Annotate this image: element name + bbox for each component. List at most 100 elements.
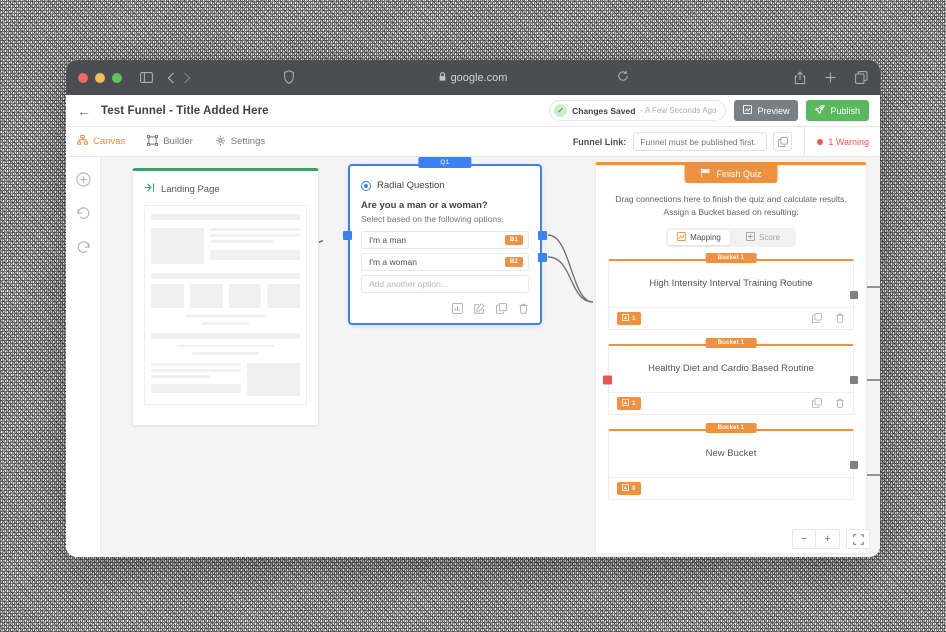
- bucket-count-value: 1: [632, 314, 636, 322]
- thumb-bar: [151, 273, 300, 279]
- header-actions: ✓ Changes Saved - A Few Seconds Ago Prev…: [549, 100, 869, 121]
- bucket-tag-label: Bucket 1: [705, 337, 757, 348]
- bucket-tag[interactable]: B1: [504, 235, 523, 245]
- copy-icon[interactable]: [812, 398, 822, 408]
- zoom-in-button[interactable]: +: [816, 529, 840, 549]
- thumb-bar: [151, 333, 300, 339]
- window-traffic-lights: [78, 72, 122, 83]
- bucket-input-port[interactable]: [603, 375, 612, 384]
- shield-icon[interactable]: [284, 70, 294, 84]
- thumb-block: [151, 228, 204, 265]
- thumb-block: [267, 283, 300, 308]
- check-icon: ✓: [554, 104, 568, 117]
- zoom-out-button[interactable]: −: [792, 529, 816, 549]
- bucket-card[interactable]: Bucket 1 High Intensity Interval Trainin…: [608, 252, 858, 330]
- bucket-output-port[interactable]: [850, 290, 858, 299]
- bucket-count-value: 0: [632, 484, 636, 492]
- fit-screen-icon[interactable]: [846, 529, 870, 549]
- question-node[interactable]: Q1 Radial Question Are you a man or a wo…: [343, 157, 547, 325]
- bucket-tag-label: Bucket 1: [705, 252, 757, 263]
- copy-icon[interactable]: [496, 303, 507, 314]
- browser-chrome: google.com: [66, 60, 880, 95]
- changes-saved-label: Changes Saved: [572, 105, 636, 116]
- finish-desc-line-2: Assign a Bucket based on resulting:: [663, 206, 799, 217]
- pencil-square-icon[interactable]: [474, 303, 485, 314]
- question-subtext: Select based on the following options:: [361, 214, 504, 224]
- undo-icon[interactable]: [76, 206, 91, 221]
- question-output-port-b1[interactable]: [538, 231, 547, 240]
- bucket-tag[interactable]: B2: [504, 257, 523, 267]
- thumb-block: [210, 250, 300, 261]
- mode-score-label: Score: [759, 232, 780, 242]
- sidebar-toggle-icon[interactable]: [140, 72, 153, 83]
- preview-button-label: Preview: [757, 105, 790, 116]
- trash-icon[interactable]: [835, 398, 845, 408]
- thumb-line: [201, 322, 250, 326]
- question-output-port-b2[interactable]: [538, 253, 547, 262]
- minimize-window-button[interactable]: [95, 72, 105, 83]
- bucket-actions: [812, 398, 845, 408]
- landing-page-node[interactable]: Landing Page: [132, 168, 319, 426]
- canvas-icon: [77, 135, 88, 148]
- bucket-count-badge: 1: [617, 396, 641, 410]
- landing-page-header: Landing Page: [133, 171, 318, 205]
- bucket-card[interactable]: Bucket 1 Healthy Diet and Cardio Based R…: [603, 337, 858, 415]
- maximize-window-button[interactable]: [112, 72, 122, 83]
- preview-button[interactable]: Preview: [734, 100, 799, 121]
- plus-circle-icon[interactable]: [75, 172, 91, 187]
- bucket-output-port[interactable]: [850, 460, 858, 469]
- mode-mapping-label: Mapping: [690, 232, 721, 242]
- gear-icon: [215, 135, 226, 149]
- result-mode-toggle: Mapping Score: [666, 227, 796, 247]
- finish-quiz-label: Finish Quiz: [716, 169, 762, 179]
- mode-score[interactable]: Score: [732, 230, 794, 245]
- bucket-count-value: 1: [632, 399, 636, 407]
- thumb-line: [177, 344, 274, 348]
- question-input-port[interactable]: [343, 231, 352, 240]
- question-node-actions: [361, 297, 529, 314]
- page-back-button[interactable]: ←: [77, 104, 91, 118]
- question-option[interactable]: I'm a woman B2: [361, 253, 529, 271]
- bucket-output-port[interactable]: [850, 375, 858, 384]
- trash-icon[interactable]: [518, 303, 529, 314]
- thumb-block: [228, 283, 262, 308]
- divider: [804, 126, 806, 157]
- add-option-input[interactable]: Add another option...: [361, 275, 529, 293]
- reload-icon[interactable]: [617, 70, 629, 82]
- question-option[interactable]: I'm a man B1: [361, 231, 529, 249]
- bucket-card[interactable]: Bucket 1 New Bucket 0: [608, 422, 858, 500]
- mapping-icon: [677, 231, 687, 243]
- question-type-label: Radial Question: [377, 180, 445, 191]
- add-option-placeholder: Add another option...: [369, 279, 448, 289]
- page-title: Test Funnel - Title Added Here: [101, 104, 269, 117]
- copy-icon[interactable]: [812, 313, 822, 323]
- thumb-line: [210, 228, 300, 232]
- warning-badge[interactable]: 1 Warning: [817, 137, 869, 147]
- copy-link-button[interactable]: [773, 132, 793, 151]
- tab-builder[interactable]: Builder: [147, 134, 193, 149]
- funnel-link-label: Funnel Link:: [572, 136, 627, 147]
- chart-icon[interactable]: [452, 303, 463, 314]
- trash-icon[interactable]: [835, 313, 845, 323]
- back-arrow-icon[interactable]: [167, 72, 175, 84]
- flow-canvas[interactable]: Landing Page Q1 Radial Question Are you …: [101, 157, 880, 557]
- tab-canvas[interactable]: Canvas: [77, 135, 125, 148]
- redo-icon[interactable]: [76, 240, 91, 255]
- mode-mapping[interactable]: Mapping: [668, 229, 730, 245]
- share-icon[interactable]: [794, 70, 806, 85]
- funnel-link-input[interactable]: [633, 132, 768, 151]
- new-tab-icon[interactable]: [824, 71, 837, 84]
- thumb-row: [151, 283, 300, 308]
- tab-settings[interactable]: Settings: [215, 135, 265, 149]
- lock-icon: [439, 72, 446, 83]
- close-window-button[interactable]: [78, 72, 88, 83]
- app-body: Landing Page Q1 Radial Question Are you …: [66, 157, 880, 557]
- forward-arrow-icon[interactable]: [183, 72, 191, 84]
- finish-desc-line-1: Drag connections here to finish the quiz…: [615, 194, 847, 204]
- browser-window: google.com ← Test Funnel - Title Added H…: [66, 60, 880, 557]
- publish-button[interactable]: Publish: [806, 100, 869, 121]
- tab-overview-icon[interactable]: [855, 71, 868, 84]
- bucket-list[interactable]: Bucket 1 High Intensity Interval Trainin…: [596, 252, 866, 500]
- address-bar-url: google.com: [450, 71, 508, 84]
- enter-arrow-icon: [144, 180, 155, 198]
